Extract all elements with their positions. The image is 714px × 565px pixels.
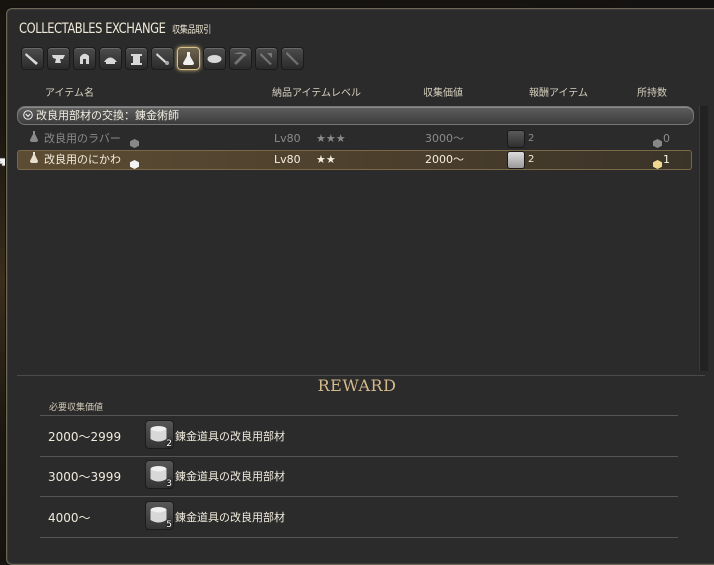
item-name: 改良用のにかわ [44, 153, 121, 166]
reward-range: 2000〜2999 [48, 430, 122, 444]
header-collectability: 収集価値 [423, 88, 463, 99]
flask-icon [29, 150, 39, 170]
reward-count: 3 [166, 479, 172, 489]
owned-count: 1 [663, 153, 670, 166]
helmet-icon [80, 53, 89, 64]
fishing-rod-icon [286, 52, 299, 65]
category-tabs [21, 47, 304, 70]
alchemy-flask-icon [183, 52, 194, 65]
table-row[interactable]: 改良用のラバー Lv80 ★★★ 3000〜 2 0 [17, 129, 692, 149]
owned-count: 0 [663, 132, 670, 145]
header-item-name: アイテム名 [45, 88, 94, 99]
reward-count: 2 [528, 133, 535, 144]
flask-icon [29, 129, 39, 149]
item-collectability: 3000〜 [425, 132, 464, 145]
category-tab-blacksmith[interactable] [47, 47, 70, 70]
reward-row: 4000〜 5 錬金道具の改良用部材 [40, 497, 678, 538]
reward-item-name: 錬金道具の改良用部材 [175, 470, 285, 483]
reward-count: 5 [166, 520, 172, 530]
header-owned: 所持数 [637, 88, 667, 99]
loom-icon [131, 54, 142, 65]
reward-subtitle: 必要収集価値 [49, 403, 104, 413]
reward-item-icon[interactable]: 2 [145, 420, 174, 449]
category-tab-fisher[interactable] [281, 47, 304, 70]
anvil-icon [52, 55, 65, 63]
reward-range: 4000〜 [48, 511, 91, 525]
reward-item-name: 錬金道具の改良用部材 [175, 511, 285, 524]
chevron-down-icon [23, 110, 33, 120]
reward-item-name: 錬金道具の改良用部材 [175, 430, 285, 443]
category-tab-miner[interactable] [229, 47, 252, 70]
reward-range: 3000〜3999 [48, 470, 122, 484]
knife-icon [156, 53, 169, 65]
reward-count: 2 [528, 154, 535, 165]
cooking-pot-icon [207, 55, 222, 63]
category-tab-carpenter[interactable] [21, 47, 44, 70]
crown-icon [104, 57, 117, 64]
collectable-cube-icon [130, 155, 139, 175]
item-collectability: 2000〜 [425, 153, 464, 166]
reward-item-icon[interactable]: 3 [145, 460, 174, 489]
category-tab-armorer[interactable] [73, 47, 96, 70]
item-stars: ★★ [316, 153, 336, 166]
group-header[interactable]: 改良用部材の交換：錬金術師 [17, 106, 694, 125]
category-tab-weaver[interactable] [151, 47, 174, 70]
item-level: Lv80 [274, 132, 301, 145]
reward-row: 3000〜3999 3 錬金道具の改良用部材 [40, 456, 678, 497]
header-item-level: 納品アイテムレベル [272, 88, 361, 99]
category-tab-goldsmith[interactable] [99, 47, 122, 70]
window-title-jp: 収集品取引 [172, 25, 211, 36]
item-level: Lv80 [274, 153, 301, 166]
group-label: 改良用部材の交換：錬金術師 [36, 109, 179, 122]
owned-cube-icon [653, 155, 662, 175]
category-tab-culinarian[interactable] [203, 47, 226, 70]
category-tab-botanist[interactable] [255, 47, 278, 70]
window-title-text: COLLECTABLES EXCHANGE [19, 21, 166, 37]
reward-title: REWARD [317, 376, 397, 395]
pen-icon [25, 53, 38, 65]
scrollbar[interactable] [699, 106, 708, 371]
reward-item-icon[interactable]: 5 [145, 501, 174, 530]
reward-row: 2000〜2999 2 錬金道具の改良用部材 [40, 415, 678, 457]
hatchet-icon [260, 53, 272, 65]
item-name: 改良用のラバー [44, 132, 121, 145]
window-title: COLLECTABLES EXCHANGE 収集品取引 [19, 21, 211, 37]
item-stars: ★★★ [316, 132, 346, 145]
header-reward-item: 報酬アイテム [529, 88, 588, 99]
pickaxe-icon [234, 52, 247, 65]
category-tab-leatherworker[interactable] [125, 47, 148, 70]
reward-count: 2 [166, 439, 172, 449]
table-row-selected[interactable]: 改良用のにかわ Lv80 ★★ 2000〜 2 1 [17, 150, 692, 170]
category-tab-alchemist[interactable] [177, 47, 200, 70]
